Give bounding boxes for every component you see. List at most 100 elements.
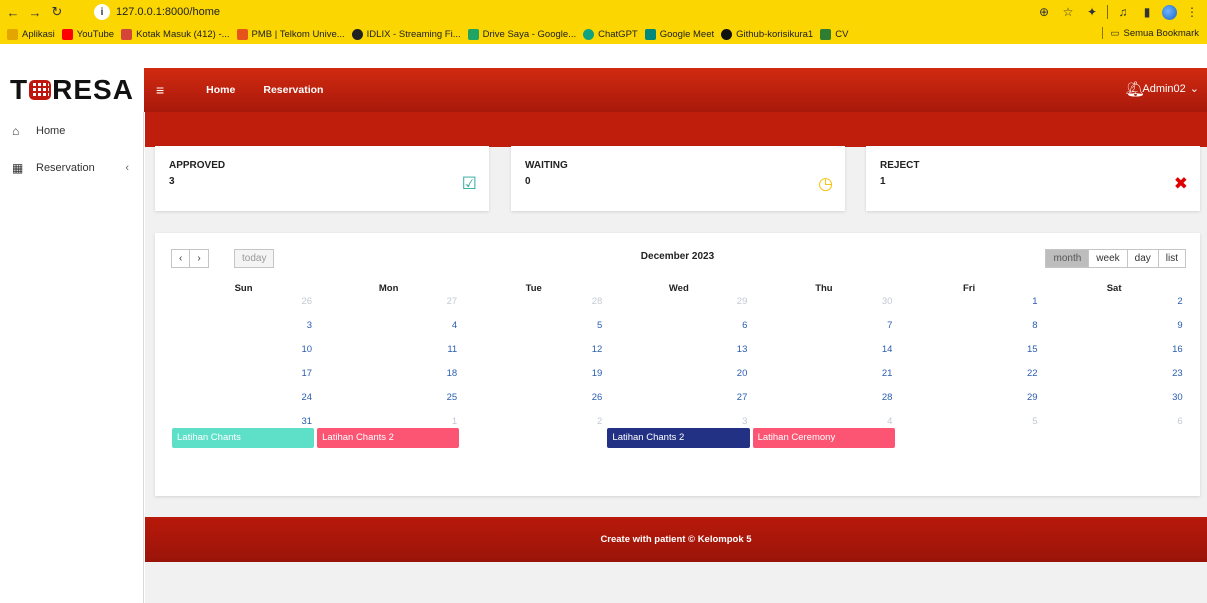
dow-label: Fri [962, 283, 976, 294]
github-icon [721, 28, 733, 40]
calendar-event[interactable]: Latihan Chants 2 [317, 428, 460, 448]
view-week-button[interactable]: week [1089, 249, 1128, 268]
nav-reservation[interactable]: Reservation [263, 84, 323, 96]
main-content: APPROVED 3 ☑ WAITING 0 ◷ REJECT 1 ✖ ‹ › … [145, 112, 1207, 603]
calendar-day[interactable]: 18 [316, 366, 461, 390]
user-name: Admin02 [1142, 82, 1186, 95]
sidebar: ⌂ Home ▦ Reservation ‹ [0, 112, 144, 603]
chatgpt-icon [583, 28, 595, 40]
bookmark-apps[interactable]: Aplikasi [7, 28, 55, 40]
stat-card-approved: APPROVED 3 ☑ [155, 146, 489, 211]
bookmark-cv[interactable]: CV [820, 28, 848, 40]
calendar-day[interactable]: 6 [606, 318, 751, 342]
user-menu[interactable]: 👤︎ Admin02 ⌄ [1124, 82, 1199, 96]
calendar-day[interactable]: 11 [316, 342, 461, 366]
calendar-week: 10 11 12 13 14 15 16 [171, 342, 1187, 366]
all-bookmarks[interactable]: ▭ Semua Bookmark [1101, 27, 1199, 39]
stat-card-waiting: WAITING 0 ◷ [511, 146, 845, 211]
app-logo[interactable]: T RESA [0, 68, 144, 112]
calendar-day[interactable]: 24 [171, 390, 316, 414]
bookmark-meet[interactable]: Google Meet [644, 28, 714, 40]
calendar-day[interactable]: 12 [461, 342, 606, 366]
dow-label: Wed [668, 283, 689, 294]
dow-label: Tue [525, 283, 542, 294]
bookmark-gmail[interactable]: Kotak Masuk (412) -... [121, 28, 230, 40]
stat-label: WAITING [525, 160, 568, 171]
calendar-event[interactable]: Latihan Ceremony [752, 428, 895, 448]
calendar-day[interactable]: 30 [1042, 390, 1187, 414]
sidebar-item-home[interactable]: ⌂ Home [0, 112, 143, 149]
calendar-day[interactable]: 22 [896, 366, 1041, 390]
day-of-week-header: Sun Mon Tue Wed Thu Fri Sat [171, 283, 1187, 294]
calendar-day[interactable]: 1 [896, 294, 1041, 318]
calendar-day[interactable]: 10 [171, 342, 316, 366]
calendar-event[interactable]: Latihan Chants 2 [607, 428, 750, 448]
calendar-day[interactable]: 17 [171, 366, 316, 390]
divider [1107, 5, 1108, 19]
dow-label: Thu [815, 283, 833, 294]
calendar-day[interactable]: 2 [1042, 294, 1187, 318]
calendar-day[interactable]: 8 [896, 318, 1041, 342]
calendar-day[interactable]: 23 [1042, 366, 1187, 390]
view-day-button[interactable]: day [1127, 249, 1159, 268]
bookmark-idlix[interactable]: IDLIX - Streaming Fi... [351, 28, 461, 40]
calendar-day[interactable]: 3 [171, 318, 316, 342]
calendar-day[interactable]: 19 [461, 366, 606, 390]
calendar-day[interactable]: 28 [751, 390, 896, 414]
calendar-day[interactable]: 4 [316, 318, 461, 342]
calendar-day[interactable]: 15 [896, 342, 1041, 366]
extensions-icon[interactable]: ✦ [1083, 3, 1101, 21]
view-list-button[interactable]: list [1158, 249, 1186, 268]
dow-label: Sat [1106, 283, 1122, 294]
zoom-icon[interactable]: ⊕ [1035, 3, 1053, 21]
stat-value: 3 [169, 176, 175, 187]
calendar-day[interactable]: 25 [316, 390, 461, 414]
bookmark-github[interactable]: Github-korisikura1 [721, 28, 813, 40]
calendar-day[interactable]: 27 [606, 390, 751, 414]
sidebar-item-reservation[interactable]: ▦ Reservation ‹ [0, 149, 143, 186]
calendar-day[interactable]: 14 [751, 342, 896, 366]
calendar-event[interactable]: Latihan Chants [172, 428, 315, 448]
calendar-day[interactable]: 7 [751, 318, 896, 342]
sidepanel-icon[interactable]: ▮ [1138, 3, 1156, 21]
media-icon[interactable]: ♫ [1114, 3, 1132, 21]
view-switcher: month week day list [1045, 249, 1186, 268]
calendar-day[interactable]: 20 [606, 366, 751, 390]
bookmark-drive[interactable]: Drive Saya - Google... [467, 28, 576, 40]
events-row: Latihan Chants Latihan Chants 2 Latihan Ch… [171, 428, 1187, 450]
menu-icon[interactable]: ⋮ [1183, 3, 1201, 21]
bookmark-chatgpt[interactable]: ChatGPT [583, 28, 638, 40]
reload-icon[interactable]: ↻ [48, 3, 66, 21]
calendar-day[interactable]: 30 [751, 294, 896, 318]
nav-home[interactable]: Home [206, 84, 235, 96]
calendar-day[interactable]: 29 [606, 294, 751, 318]
stat-label: REJECT [880, 160, 920, 171]
address-bar[interactable]: i 127.0.0.1:8000/home [94, 3, 1034, 21]
profile-avatar[interactable] [1162, 4, 1177, 20]
calendar: ‹ › today December 2023 month week day l… [155, 233, 1200, 496]
calendar-day[interactable]: 9 [1042, 318, 1187, 342]
bookmark-youtube[interactable]: YouTube [61, 28, 114, 40]
hamburger-icon[interactable]: ≡ [156, 82, 164, 98]
calendar-day[interactable]: 29 [896, 390, 1041, 414]
calendar-day[interactable]: 27 [316, 294, 461, 318]
cv-icon [820, 28, 832, 40]
calendar-week: 17 18 19 20 21 22 23 [171, 366, 1187, 390]
calendar-day[interactable]: 21 [751, 366, 896, 390]
view-month-button[interactable]: month [1045, 249, 1090, 268]
calendar-day[interactable]: 13 [606, 342, 751, 366]
star-icon[interactable]: ☆ [1059, 3, 1077, 21]
calendar-day[interactable]: 5 [461, 318, 606, 342]
stat-value: 0 [525, 176, 531, 187]
back-icon[interactable]: ← [4, 3, 22, 21]
forward-icon[interactable]: → [26, 3, 44, 21]
info-icon[interactable]: i [94, 4, 110, 20]
calendar-day[interactable]: 28 [461, 294, 606, 318]
calendar-week: 24 25 26 27 28 29 30 [171, 390, 1187, 414]
calendar-day[interactable]: 26 [461, 390, 606, 414]
footer: Create with patient © Kelompok 5 [145, 517, 1207, 562]
gmail-icon [121, 28, 133, 40]
calendar-day[interactable]: 26 [171, 294, 316, 318]
calendar-day[interactable]: 16 [1042, 342, 1187, 366]
bookmark-pmb[interactable]: PMB | Telkom Unive... [236, 28, 345, 40]
